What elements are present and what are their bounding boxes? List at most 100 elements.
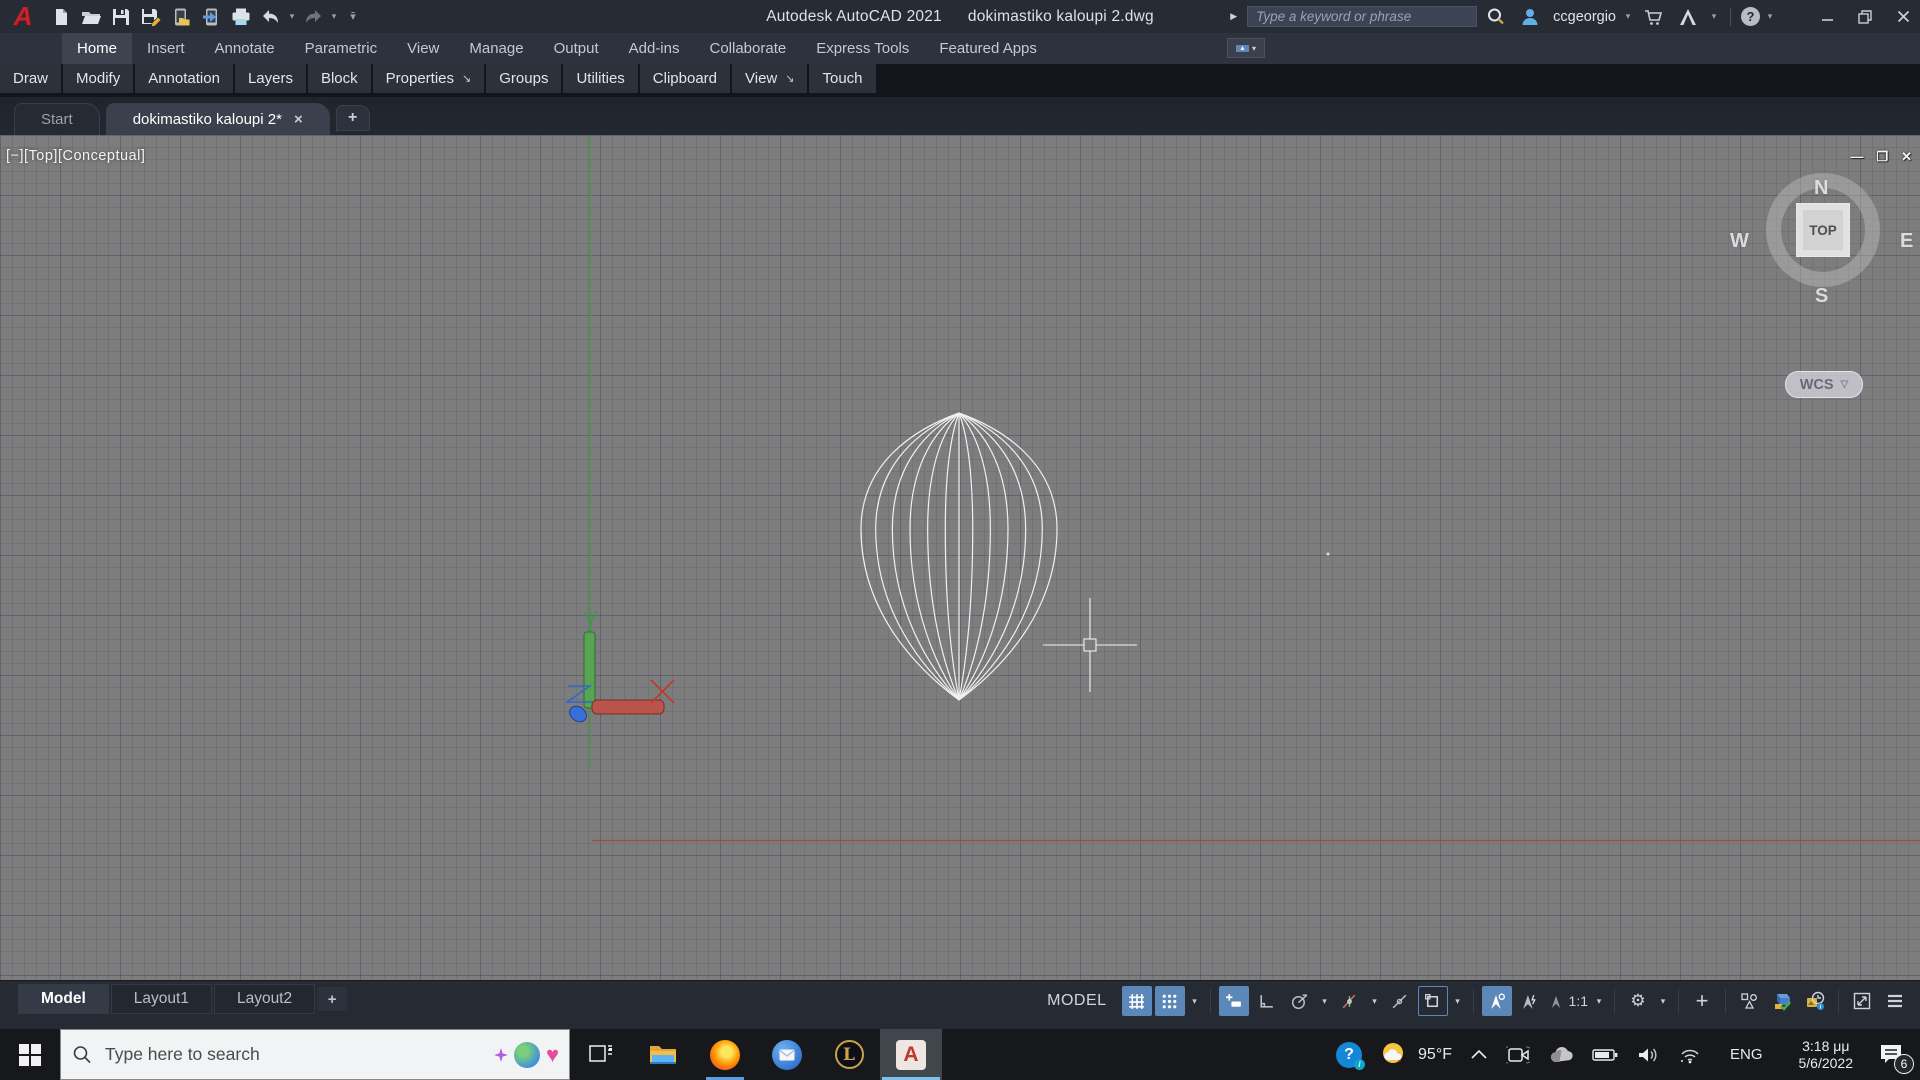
taskbar-app-autocad[interactable]: A — [880, 1029, 942, 1080]
scale-dropdown-icon[interactable]: ▾ — [1592, 996, 1606, 1007]
ribbon-panel-modify[interactable]: Modify — [63, 64, 134, 93]
autodesk-dropdown-icon[interactable]: ▾ — [1708, 11, 1720, 22]
drawing-canvas[interactable] — [0, 135, 1920, 980]
ribbon-tab-insert[interactable]: Insert — [132, 33, 200, 64]
ribbon-tab-parametric[interactable]: Parametric — [290, 33, 393, 64]
osnap-dropdown-icon[interactable]: ▾ — [1451, 996, 1465, 1007]
workspace-dropdown-icon[interactable]: ▾ — [1656, 996, 1670, 1007]
ribbon-panel-properties[interactable]: Properties ↘ — [372, 64, 485, 93]
autodesk-logo-icon[interactable] — [1672, 3, 1704, 31]
ribbon-tab-output[interactable]: Output — [539, 33, 614, 64]
ribbon-panel-layers[interactable]: Layers — [234, 64, 306, 93]
taskbar-app-thunderbird[interactable] — [756, 1029, 818, 1080]
panel-launcher-icon[interactable]: ↘ — [785, 72, 794, 85]
customize-quick-access-icon[interactable]: ▾̄ — [340, 10, 366, 23]
help-icon[interactable]: ? — [1741, 7, 1760, 26]
ribbon-tab-collaborate[interactable]: Collaborate — [694, 33, 801, 64]
wcs-dropdown[interactable]: WCS ▽ — [1785, 371, 1863, 398]
ribbon-tab-manage[interactable]: Manage — [454, 33, 538, 64]
clean-screen-icon[interactable] — [1847, 986, 1877, 1016]
annotation-scale-control[interactable]: 1:1 ▾ — [1548, 993, 1606, 1010]
app-store-cart-icon[interactable] — [1638, 3, 1668, 31]
window-restore-button[interactable] — [1848, 3, 1882, 31]
ribbon-panel-annotation[interactable]: Annotation — [135, 64, 233, 93]
taskbar-app-league-of-legends[interactable]: L — [818, 1029, 880, 1080]
panel-launcher-icon[interactable]: ↘ — [462, 72, 471, 85]
new-file-icon[interactable] — [46, 3, 76, 31]
drawing-viewport[interactable]: [−][Top][Conceptual] — ❒ ✕ N S W E TOP W… — [0, 135, 1920, 980]
save-as-icon[interactable] — [136, 3, 166, 31]
user-dropdown-icon[interactable]: ▾ — [1622, 11, 1634, 22]
ribbon-display-toggle[interactable]: ▲ ▾ — [1227, 38, 1265, 58]
annotation-monitor-icon[interactable]: + — [1687, 986, 1717, 1016]
taskbar-search-box[interactable]: ♥ — [60, 1029, 570, 1080]
viewcube-north[interactable]: N — [1814, 177, 1828, 200]
hardware-acceleration-icon[interactable] — [1767, 986, 1797, 1016]
search-highlights-decoration[interactable]: ♥ — [493, 1041, 559, 1068]
plot-icon[interactable] — [226, 3, 256, 31]
object-snap-toggle[interactable] — [1417, 986, 1448, 1016]
wifi-icon[interactable] — [1669, 1029, 1711, 1080]
taskbar-app-file-explorer[interactable] — [632, 1029, 694, 1080]
user-avatar-icon[interactable] — [1515, 3, 1545, 31]
ribbon-panel-block[interactable]: Block — [307, 64, 371, 93]
object-snap-tracking-toggle[interactable] — [1385, 986, 1415, 1016]
polar-dropdown-icon[interactable]: ▾ — [1318, 996, 1332, 1007]
ribbon-tab-add-ins[interactable]: Add-ins — [614, 33, 695, 64]
snap-mode-toggle[interactable] — [1154, 986, 1185, 1016]
customization-menu-icon[interactable] — [1880, 986, 1910, 1016]
clock-widget[interactable]: 3:18 μμ 5/6/2022 — [1782, 1029, 1871, 1080]
isodraft-dropdown-icon[interactable]: ▾ — [1368, 996, 1382, 1007]
file-tab-start[interactable]: Start — [14, 103, 100, 135]
meet-now-icon[interactable] — [1497, 1029, 1539, 1080]
open-file-icon[interactable] — [76, 3, 106, 31]
ribbon-tab-express-tools[interactable]: Express Tools — [801, 33, 924, 64]
layout-tab-layout2[interactable]: Layout2 — [213, 984, 316, 1014]
workspace-gear-icon[interactable]: ⚙ — [1623, 986, 1653, 1016]
ribbon-tab-featured-apps[interactable]: Featured Apps — [924, 33, 1052, 64]
new-layout-button[interactable]: + — [317, 987, 348, 1011]
viewcube-east[interactable]: E — [1900, 230, 1913, 253]
window-minimize-button[interactable] — [1810, 3, 1844, 31]
weather-widget[interactable]: 95°F — [1371, 1029, 1461, 1080]
model-space-button[interactable]: MODEL — [1035, 986, 1118, 1016]
annotation-visibility-toggle[interactable] — [1481, 986, 1512, 1016]
open-from-mobile-icon[interactable] — [166, 3, 196, 31]
file-tab-dokimastiko-kaloupi-2-[interactable]: dokimastiko kaloupi 2* × — [105, 103, 330, 135]
layout-tab-model[interactable]: Model — [18, 984, 109, 1014]
speaker-icon[interactable] — [1627, 1029, 1669, 1080]
polar-tracking-toggle[interactable] — [1285, 986, 1315, 1016]
redo-icon[interactable] — [298, 3, 328, 31]
undo-dropdown-icon[interactable]: ▾ — [286, 11, 298, 22]
redo-dropdown-icon[interactable]: ▾ — [328, 11, 340, 22]
taskbar-app-firefox[interactable] — [694, 1029, 756, 1080]
keyword-search-input[interactable] — [1247, 6, 1478, 27]
viewport-close-icon[interactable]: ✕ — [1901, 149, 1912, 165]
ribbon-tab-view[interactable]: View — [392, 33, 454, 64]
search-icon[interactable] — [1481, 3, 1511, 31]
window-close-button[interactable] — [1886, 3, 1920, 31]
grid-display-toggle[interactable] — [1121, 986, 1152, 1016]
isolate-objects-icon[interactable] — [1734, 986, 1764, 1016]
save-icon[interactable] — [106, 3, 136, 31]
close-tab-icon[interactable]: × — [294, 111, 303, 128]
annotation-autoscale-toggle[interactable] — [1515, 986, 1545, 1016]
ribbon-panel-groups[interactable]: Groups — [486, 64, 562, 93]
taskbar-search-input[interactable] — [105, 1044, 482, 1065]
ribbon-panel-draw[interactable]: Draw — [0, 64, 62, 93]
action-center-button[interactable]: 6 — [1870, 1029, 1920, 1080]
new-drawing-tab-button[interactable]: + — [335, 105, 370, 131]
viewport-controls-label[interactable]: [−][Top][Conceptual] — [6, 148, 145, 164]
snap-dropdown-icon[interactable]: ▾ — [1188, 996, 1202, 1007]
ortho-mode-toggle[interactable] — [1252, 986, 1282, 1016]
get-help-icon[interactable]: ? i — [1327, 1029, 1371, 1080]
ribbon-tab-annotate[interactable]: Annotate — [200, 33, 290, 64]
ribbon-panel-touch[interactable]: Touch — [809, 64, 876, 93]
viewcube-south[interactable]: S — [1815, 285, 1828, 308]
isometric-drafting-toggle[interactable] — [1335, 986, 1365, 1016]
ucs-icon[interactable] — [564, 610, 675, 725]
start-button[interactable] — [0, 1029, 60, 1080]
ribbon-panel-view[interactable]: View ↘ — [732, 64, 808, 93]
signed-in-username[interactable]: ccgeorgio — [1549, 9, 1618, 25]
ribbon-panel-utilities[interactable]: Utilities — [563, 64, 638, 93]
